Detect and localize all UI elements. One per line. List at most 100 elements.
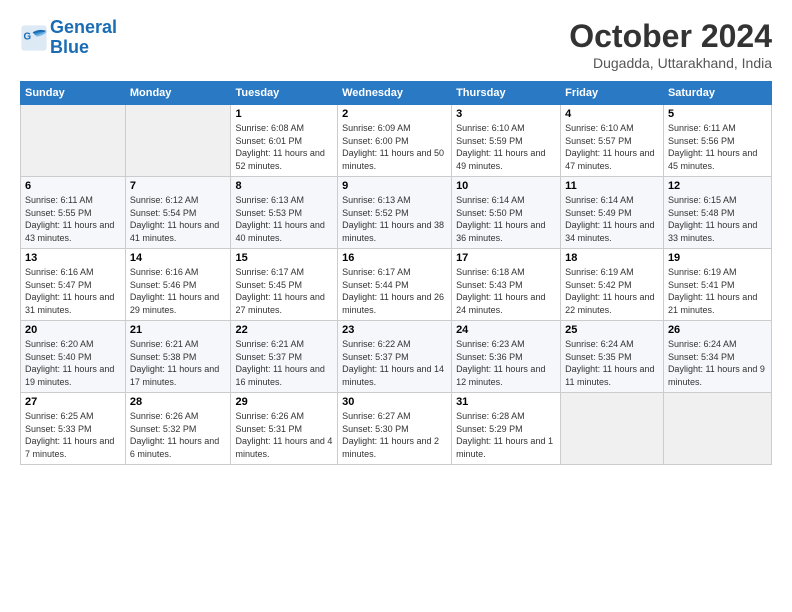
calendar-cell: 22 Sunrise: 6:21 AMSunset: 5:37 PMDayligh… [231,321,338,393]
calendar-table: SundayMondayTuesdayWednesdayThursdayFrid… [20,81,772,465]
day-info: Sunrise: 6:12 AMSunset: 5:54 PMDaylight:… [130,194,227,244]
svg-text:G: G [24,31,32,42]
day-number: 19 [668,252,767,264]
day-info: Sunrise: 6:11 AMSunset: 5:55 PMDaylight:… [25,194,121,244]
calendar-cell: 18 Sunrise: 6:19 AMSunset: 5:42 PMDayligh… [561,249,664,321]
day-number: 23 [342,324,447,336]
day-info: Sunrise: 6:28 AMSunset: 5:29 PMDaylight:… [456,410,556,460]
day-info: Sunrise: 6:08 AMSunset: 6:01 PMDaylight:… [235,122,333,172]
day-number: 22 [235,324,333,336]
logo: G General Blue [20,18,117,58]
day-number: 3 [456,108,556,120]
day-number: 25 [565,324,659,336]
calendar-week-5: 27 Sunrise: 6:25 AMSunset: 5:33 PMDayligh… [21,393,772,465]
day-info: Sunrise: 6:14 AMSunset: 5:50 PMDaylight:… [456,194,556,244]
day-info: Sunrise: 6:16 AMSunset: 5:47 PMDaylight:… [25,266,121,316]
day-info: Sunrise: 6:23 AMSunset: 5:36 PMDaylight:… [456,338,556,388]
calendar-cell: 16 Sunrise: 6:17 AMSunset: 5:44 PMDayligh… [338,249,452,321]
day-info: Sunrise: 6:21 AMSunset: 5:38 PMDaylight:… [130,338,227,388]
day-number: 11 [565,180,659,192]
calendar-cell: 13 Sunrise: 6:16 AMSunset: 5:47 PMDayligh… [21,249,126,321]
month-title: October 2024 [569,18,772,55]
calendar-cell: 26Sunrise: 6:24 AMSunset: 5:34 PMDayligh… [663,321,771,393]
day-info: Sunrise: 6:17 AMSunset: 5:45 PMDaylight:… [235,266,333,316]
day-number: 29 [235,396,333,408]
day-header-thursday: Thursday [452,82,561,105]
calendar-cell: 19 Sunrise: 6:19 AMSunset: 5:41 PMDayligh… [663,249,771,321]
title-block: October 2024 Dugadda, Uttarakhand, India [569,18,772,71]
day-number: 5 [668,108,767,120]
day-info: Sunrise: 6:09 AMSunset: 6:00 PMDaylight:… [342,122,447,172]
header: G General Blue October 2024 Dugadda, Utt… [20,18,772,71]
day-info: Sunrise: 6:19 AMSunset: 5:41 PMDaylight:… [668,266,767,316]
calendar-cell: 8Sunrise: 6:13 AMSunset: 5:53 PMDaylight… [231,177,338,249]
day-number: 6 [25,180,121,192]
calendar-cell: 27 Sunrise: 6:25 AMSunset: 5:33 PMDayligh… [21,393,126,465]
calendar-cell: 14Sunrise: 6:16 AMSunset: 5:46 PMDayligh… [125,249,231,321]
day-info: Sunrise: 6:16 AMSunset: 5:46 PMDaylight:… [130,266,227,316]
calendar-cell: 10Sunrise: 6:14 AMSunset: 5:50 PMDayligh… [452,177,561,249]
day-info: Sunrise: 6:14 AMSunset: 5:49 PMDaylight:… [565,194,659,244]
calendar-cell: 31Sunrise: 6:28 AMSunset: 5:29 PMDayligh… [452,393,561,465]
calendar-cell: 23 Sunrise: 6:22 AMSunset: 5:37 PMDayligh… [338,321,452,393]
logo-line2: Blue [50,37,89,57]
day-number: 20 [25,324,121,336]
day-info: Sunrise: 6:19 AMSunset: 5:42 PMDaylight:… [565,266,659,316]
day-info: Sunrise: 6:11 AMSunset: 5:56 PMDaylight:… [668,122,767,172]
day-info: Sunrise: 6:15 AMSunset: 5:48 PMDaylight:… [668,194,767,244]
calendar-cell: 4Sunrise: 6:10 AMSunset: 5:57 PMDaylight… [561,105,664,177]
day-number: 4 [565,108,659,120]
day-info: Sunrise: 6:22 AMSunset: 5:37 PMDaylight:… [342,338,447,388]
day-number: 16 [342,252,447,264]
day-header-sunday: Sunday [21,82,126,105]
calendar-cell: 2 Sunrise: 6:09 AMSunset: 6:00 PMDaylight… [338,105,452,177]
day-header-friday: Friday [561,82,664,105]
calendar-week-2: 6 Sunrise: 6:11 AMSunset: 5:55 PMDaylight… [21,177,772,249]
calendar-cell: 20 Sunrise: 6:20 AMSunset: 5:40 PMDayligh… [21,321,126,393]
calendar-cell: 28 Sunrise: 6:26 AMSunset: 5:32 PMDayligh… [125,393,231,465]
day-number: 8 [235,180,333,192]
day-number: 2 [342,108,447,120]
day-number: 21 [130,324,227,336]
day-info: Sunrise: 6:27 AMSunset: 5:30 PMDaylight:… [342,410,447,460]
calendar-week-4: 20 Sunrise: 6:20 AMSunset: 5:40 PMDayligh… [21,321,772,393]
calendar-week-1: 1Sunrise: 6:08 AMSunset: 6:01 PMDaylight… [21,105,772,177]
day-number: 9 [342,180,447,192]
calendar-cell: 11 Sunrise: 6:14 AMSunset: 5:49 PMDayligh… [561,177,664,249]
calendar-cell: 30 Sunrise: 6:27 AMSunset: 5:30 PMDayligh… [338,393,452,465]
day-number: 18 [565,252,659,264]
calendar-cell: 15Sunrise: 6:17 AMSunset: 5:45 PMDayligh… [231,249,338,321]
day-info: Sunrise: 6:13 AMSunset: 5:52 PMDaylight:… [342,194,447,244]
day-info: Sunrise: 6:25 AMSunset: 5:33 PMDaylight:… [25,410,121,460]
location-title: Dugadda, Uttarakhand, India [569,55,772,71]
day-number: 24 [456,324,556,336]
day-number: 13 [25,252,121,264]
day-info: Sunrise: 6:17 AMSunset: 5:44 PMDaylight:… [342,266,447,316]
calendar-cell: 17Sunrise: 6:18 AMSunset: 5:43 PMDayligh… [452,249,561,321]
day-number: 26 [668,324,767,336]
day-header-saturday: Saturday [663,82,771,105]
page: G General Blue October 2024 Dugadda, Utt… [0,0,792,612]
calendar-cell [21,105,126,177]
day-info: Sunrise: 6:26 AMSunset: 5:31 PMDaylight:… [235,410,333,460]
day-header-monday: Monday [125,82,231,105]
calendar-cell: 6 Sunrise: 6:11 AMSunset: 5:55 PMDaylight… [21,177,126,249]
logo-text: General Blue [50,18,117,58]
calendar-cell [561,393,664,465]
day-info: Sunrise: 6:21 AMSunset: 5:37 PMDaylight:… [235,338,333,388]
calendar-cell: 24 Sunrise: 6:23 AMSunset: 5:36 PMDayligh… [452,321,561,393]
day-number: 12 [668,180,767,192]
day-info: Sunrise: 6:24 AMSunset: 5:35 PMDaylight:… [565,338,659,388]
day-header-tuesday: Tuesday [231,82,338,105]
calendar-cell: 21 Sunrise: 6:21 AMSunset: 5:38 PMDayligh… [125,321,231,393]
day-number: 28 [130,396,227,408]
calendar-week-3: 13 Sunrise: 6:16 AMSunset: 5:47 PMDayligh… [21,249,772,321]
day-info: Sunrise: 6:26 AMSunset: 5:32 PMDaylight:… [130,410,227,460]
day-header-wednesday: Wednesday [338,82,452,105]
day-number: 27 [25,396,121,408]
calendar-cell [663,393,771,465]
calendar-cell: 29 Sunrise: 6:26 AMSunset: 5:31 PMDayligh… [231,393,338,465]
day-info: Sunrise: 6:20 AMSunset: 5:40 PMDaylight:… [25,338,121,388]
calendar-cell: 3Sunrise: 6:10 AMSunset: 5:59 PMDaylight… [452,105,561,177]
day-number: 30 [342,396,447,408]
